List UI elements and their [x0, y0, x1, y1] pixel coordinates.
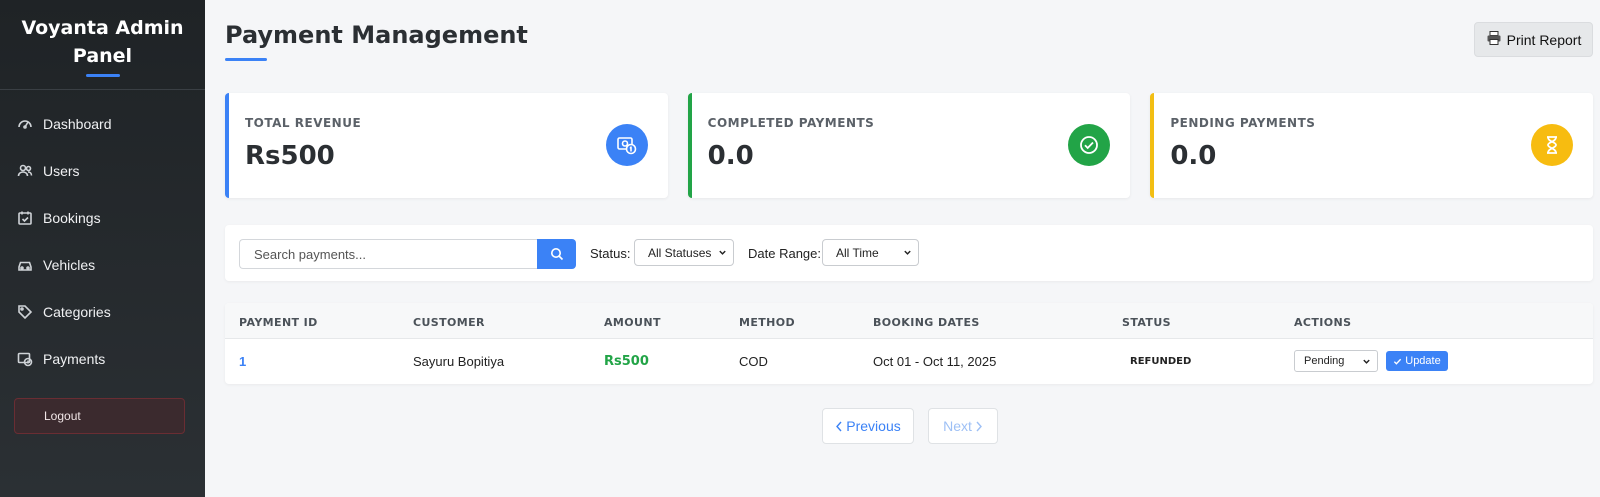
sidebar-item-dashboard[interactable]: Dashboard — [0, 100, 205, 147]
gauge-icon — [17, 116, 33, 132]
logout-button[interactable]: Logout — [14, 398, 185, 434]
table-row: 1 Sayuru Bopitiya Rs500 COD Oct 01 - Oct… — [225, 339, 1593, 384]
status-filter-value: All Statuses — [648, 245, 712, 260]
brand-underline — [85, 74, 120, 77]
payment-id-link[interactable]: 1 — [239, 354, 246, 369]
chevron-left-icon — [836, 421, 842, 431]
check-circle-icon — [1068, 124, 1111, 166]
sidebar-item-label: Categories — [43, 303, 111, 320]
next-page-button[interactable]: Next — [928, 408, 998, 444]
users-icon — [17, 163, 33, 179]
column-header: STATUS — [1122, 316, 1171, 329]
status-filter-select[interactable]: All Statuses — [634, 239, 734, 266]
search-icon — [550, 248, 563, 261]
card-value: 0.0 — [1170, 141, 1217, 171]
sidebar-item-users[interactable]: Users — [0, 147, 205, 194]
card-value: Rs500 — [245, 141, 335, 171]
table-header: PAYMENT ID CUSTOMER AMOUNT METHOD BOOKIN… — [225, 303, 1593, 339]
chevron-down-icon — [1363, 359, 1370, 364]
pagination: Previous Next — [822, 408, 998, 444]
status-update-select[interactable]: Pending — [1294, 350, 1378, 372]
calendar-check-icon — [17, 210, 33, 226]
column-header: METHOD — [739, 316, 796, 329]
tags-icon — [17, 304, 33, 320]
chevron-right-icon — [976, 421, 982, 431]
method-cell: COD — [739, 354, 768, 369]
column-header: PAYMENT ID — [239, 316, 318, 329]
chevron-down-icon — [904, 250, 911, 255]
customer-cell: Sayuru Bopitiya — [413, 354, 505, 369]
previous-label: Previous — [846, 418, 901, 434]
money-icon — [605, 124, 648, 166]
card-value: 0.0 — [707, 141, 754, 171]
status-badge: REFUNDED — [1130, 356, 1192, 367]
column-header: AMOUNT — [604, 316, 661, 329]
check-icon — [1394, 358, 1402, 365]
page-title: Payment Management — [225, 21, 528, 49]
sidebar-item-label: Bookings — [43, 209, 101, 226]
date-range-label: Date Range: — [748, 246, 821, 261]
sidebar-item-payments[interactable]: Payments — [0, 335, 205, 382]
total-revenue-card: TOTAL REVENUE Rs500 — [225, 93, 668, 198]
sidebar-item-vehicles[interactable]: Vehicles — [0, 241, 205, 288]
card-label: PENDING PAYMENTS — [1170, 116, 1316, 130]
completed-payments-card: COMPLETED PAYMENTS 0.0 — [687, 93, 1131, 198]
column-header: ACTIONS — [1294, 316, 1352, 329]
previous-page-button[interactable]: Previous — [822, 408, 914, 444]
sidebar-item-label: Vehicles — [43, 256, 96, 273]
booking-dates-cell: Oct 01 - Oct 11, 2025 — [873, 354, 997, 369]
printer-icon — [1486, 30, 1502, 49]
sidebar: Voyanta Admin Panel Dashboard Users Book… — [0, 0, 205, 497]
chevron-down-icon — [719, 250, 726, 255]
print-report-button[interactable]: Print Report — [1474, 22, 1593, 57]
column-header: CUSTOMER — [413, 316, 485, 329]
sidebar-nav: Dashboard Users Bookings Vehicles Catego… — [0, 100, 205, 382]
filter-bar: Status: All Statuses Date Range: All Tim… — [225, 225, 1593, 281]
sidebar-item-label: Dashboard — [43, 115, 112, 132]
print-report-label: Print Report — [1506, 31, 1582, 48]
status-filter-label: Status: — [590, 246, 631, 261]
date-range-select[interactable]: All Time — [822, 239, 919, 266]
date-range-value: All Time — [836, 245, 879, 260]
sidebar-item-label: Users — [43, 162, 80, 179]
stats-cards: TOTAL REVENUE Rs500 COMPLETED PAYMENTS 0… — [225, 93, 1594, 198]
brand-title-line1: Voyanta Admin — [21, 17, 184, 39]
amount-cell: Rs500 — [604, 354, 649, 369]
payments-table: PAYMENT ID CUSTOMER AMOUNT METHOD BOOKIN… — [225, 303, 1593, 384]
brand: Voyanta Admin Panel — [0, 0, 205, 90]
update-button[interactable]: Update — [1386, 351, 1448, 371]
brand-title-line2: Panel — [72, 45, 133, 67]
status-update-value: Pending — [1304, 355, 1345, 367]
update-button-label: Update — [1405, 355, 1441, 367]
payment-icon — [17, 351, 33, 367]
column-header: BOOKING DATES — [873, 316, 980, 329]
title-underline — [225, 58, 267, 61]
card-label: TOTAL REVENUE — [245, 116, 362, 130]
next-label: Next — [943, 418, 972, 434]
sidebar-item-bookings[interactable]: Bookings — [0, 194, 205, 241]
card-label: COMPLETED PAYMENTS — [707, 116, 875, 130]
hourglass-icon — [1531, 124, 1574, 166]
sidebar-item-categories[interactable]: Categories — [0, 288, 205, 335]
search-button[interactable] — [537, 239, 576, 269]
car-icon — [17, 257, 33, 273]
sidebar-item-label: Payments — [43, 350, 106, 367]
search-input[interactable] — [239, 239, 539, 269]
pending-payments-card: PENDING PAYMENTS 0.0 — [1150, 93, 1594, 198]
